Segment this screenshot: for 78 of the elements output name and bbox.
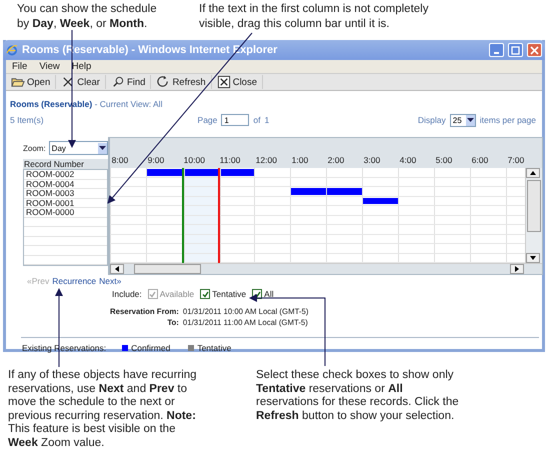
callout-text: If the text in the first column is not completely visible, drag this column bar until it is. bbox=[199, 2, 429, 32]
dropdown-arrow-icon bbox=[466, 118, 474, 122]
toolbar-button[interactable]: Refresh bbox=[151, 75, 212, 89]
toolbar-button[interactable]: Close bbox=[212, 75, 263, 89]
scrollbar-thumb[interactable] bbox=[134, 264, 201, 274]
recurrence-label: Recurrence bbox=[52, 276, 96, 286]
hour-label: 12:00 bbox=[254, 155, 278, 167]
zoom-label: Zoom: bbox=[23, 144, 46, 152]
close-icon bbox=[216, 75, 231, 89]
hour-label: 6:00 bbox=[470, 155, 490, 167]
per-page-dropdown[interactable]: 25 bbox=[450, 114, 476, 126]
scroll-right-button[interactable] bbox=[510, 264, 524, 274]
minimize-button[interactable] bbox=[489, 43, 504, 57]
left-arrow-icon bbox=[114, 266, 119, 272]
scroll-up-button[interactable] bbox=[526, 168, 540, 178]
zoom-dropdown[interactable]: Day bbox=[48, 141, 108, 155]
hour-label: 4:00 bbox=[398, 155, 418, 167]
hour-label: 10:00 bbox=[182, 155, 206, 167]
page-of-label: of bbox=[253, 115, 260, 125]
page-total: 1 bbox=[264, 115, 270, 125]
toolbar-button[interactable]: Find bbox=[106, 75, 152, 89]
refresh-icon bbox=[156, 75, 170, 89]
include-label: Include: bbox=[112, 289, 142, 299]
toolbar-button[interactable]: Clear bbox=[56, 75, 106, 89]
hour-label: 11:00 bbox=[218, 155, 242, 167]
per-page-label: items per page bbox=[480, 115, 536, 125]
reservation-bar[interactable] bbox=[362, 198, 398, 204]
record-cell: ROOM-0000 bbox=[24, 208, 107, 218]
record-cell: ROOM-0003 bbox=[24, 189, 107, 198]
close-icon bbox=[530, 46, 539, 54]
dropdown-arrow-icon bbox=[98, 146, 106, 150]
item-count: 5 Item(s) bbox=[10, 115, 44, 125]
legend-label: Confirmed bbox=[131, 343, 170, 353]
menu-item[interactable]: Help bbox=[66, 61, 98, 72]
search-icon bbox=[110, 75, 125, 89]
checkmark-icon bbox=[149, 290, 156, 298]
checkmark-icon bbox=[202, 290, 209, 298]
menu-item[interactable]: File bbox=[6, 61, 34, 72]
hour-label: 2:00 bbox=[326, 155, 346, 167]
checkbox-label: Tentative bbox=[212, 289, 246, 299]
minimize-icon bbox=[494, 52, 499, 54]
current-view-value: All bbox=[153, 99, 162, 109]
hour-label: 9:00 bbox=[146, 155, 166, 167]
maximize-button[interactable] bbox=[508, 43, 523, 57]
hour-label: 7:00 bbox=[506, 155, 526, 167]
callout-text: You can show the schedule by Day, Week, or Month. bbox=[17, 2, 158, 32]
maximize-icon bbox=[511, 46, 520, 54]
hour-label: 5:00 bbox=[434, 155, 454, 167]
record-cell: ROOM-0004 bbox=[24, 180, 107, 189]
legend-label: Tentative bbox=[197, 343, 232, 353]
toolbar-button[interactable]: Open bbox=[6, 75, 56, 89]
right-arrow-icon bbox=[514, 266, 519, 272]
scrollbar-thumb[interactable] bbox=[526, 180, 541, 232]
page-label: Page bbox=[198, 115, 218, 125]
record-cell: ROOM-0001 bbox=[24, 198, 107, 208]
current-view-label: - Current View: bbox=[94, 99, 152, 109]
checkmark-icon bbox=[254, 290, 261, 298]
record-cell: ROOM-0002 bbox=[24, 170, 107, 180]
hour-label: 3:00 bbox=[362, 155, 382, 167]
column-header: Record Number bbox=[23, 159, 108, 169]
hour-label: 1:00 bbox=[290, 155, 310, 167]
callout-text: If any of these objects have recurring reservations, use Next and Prev to move the schedule to the next or previous recurring reservation. Note: This feature is best visible on the Week Zoom value. bbox=[8, 369, 198, 451]
checkbox-label: All bbox=[264, 289, 274, 299]
checkbox[interactable] bbox=[252, 289, 262, 299]
browser-logo-icon bbox=[6, 44, 18, 56]
close-button[interactable] bbox=[527, 43, 542, 57]
scroll-left-button[interactable] bbox=[110, 264, 124, 274]
up-arrow-icon bbox=[530, 171, 536, 175]
next-link[interactable]: Next» bbox=[99, 276, 122, 286]
checkbox[interactable] bbox=[200, 289, 210, 299]
callout-text: Select these check boxes to show only Tentative reservations or All reservations for these records. Click the Refresh button to show your selection. bbox=[256, 369, 460, 424]
scroll-down-button[interactable] bbox=[526, 253, 540, 263]
page-input[interactable]: 1 bbox=[221, 114, 250, 126]
menu-item[interactable]: View bbox=[33, 61, 66, 72]
hour-label: 8:00 bbox=[110, 155, 130, 167]
down-arrow-icon bbox=[530, 256, 536, 260]
checkbox-label: Available bbox=[160, 289, 194, 299]
display-label: Display bbox=[418, 115, 446, 125]
